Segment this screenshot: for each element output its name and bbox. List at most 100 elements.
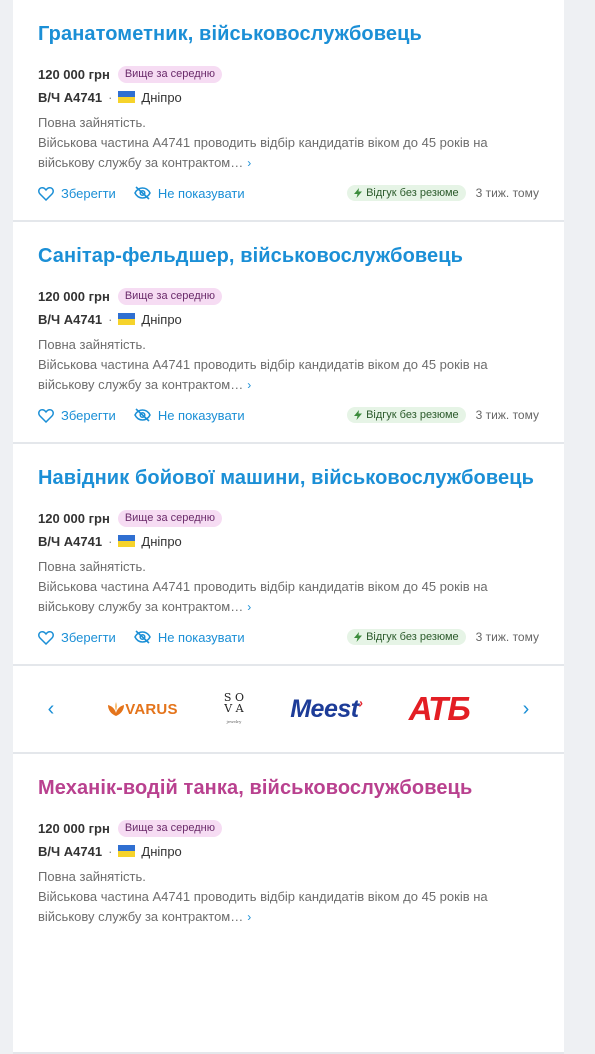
expand-chevron-icon[interactable]: › (247, 156, 251, 170)
employer-logos-carousel: ‹ VARUS S OV Ajewelry Meest› АТБ › (13, 666, 564, 754)
company-name[interactable]: В/Ч А4741 (38, 844, 102, 859)
varus-leaf-icon (108, 702, 125, 716)
vacancy-title-link[interactable]: Санітар-фельдшер, військовослужбовець (38, 242, 539, 270)
sova-wordmark: S OV Ajewelry (223, 690, 244, 724)
ukraine-flag-icon (118, 91, 136, 103)
description-line: Військова частина А4741 проводить відбір… (38, 579, 488, 594)
vacancy-description: Повна зайнятість. Військова частина А474… (38, 113, 539, 173)
card-actions: Зберегти Не показувати Відгук без резюме… (38, 185, 539, 201)
description-line: військову службу за контрактом… (38, 599, 244, 614)
ukraine-flag-icon (118, 845, 136, 857)
salary-row: 120 000 грн Вище за середню (38, 818, 539, 838)
salary: 120 000 грн (38, 820, 110, 836)
separator: · (108, 311, 113, 327)
save-button[interactable]: Зберегти (38, 186, 116, 201)
atb-wordmark: АТБ (408, 690, 471, 727)
save-label: Зберегти (61, 407, 116, 423)
eye-off-icon (133, 630, 151, 644)
vacancy-feed: Гранатометник, військовослужбовець 120 0… (13, 0, 564, 1054)
save-button[interactable]: Зберегти (38, 630, 116, 645)
city: Дніпро (141, 843, 182, 859)
quick-apply-label: Відгук без резюме (366, 409, 459, 421)
meest-wordmark: Meest (290, 694, 359, 723)
vacancy-title-link[interactable]: Навідник бойової машини, військовослужбо… (38, 464, 539, 492)
company-row: В/Ч А4741 · Дніпро (38, 841, 539, 861)
save-label: Зберегти (61, 629, 116, 645)
lightning-icon (354, 632, 363, 642)
hide-button[interactable]: Не показувати (133, 185, 245, 201)
salary-row: 120 000 грн Вище за середню (38, 508, 539, 528)
description-line: військову службу за контрактом… (38, 377, 244, 392)
salary-badge: Вище за середню (117, 287, 222, 305)
city: Дніпро (141, 311, 182, 327)
brand-logo-atb[interactable]: АТБ (408, 690, 471, 728)
brand-logo-varus[interactable]: VARUS (107, 701, 177, 718)
salary: 120 000 грн (38, 288, 110, 304)
company-row: В/Ч А4741 · Дніпро (38, 531, 539, 551)
hide-label: Не показувати (157, 407, 245, 423)
card-actions: Зберегти Не показувати Відгук без резюме… (38, 629, 539, 645)
carousel-next-icon[interactable]: › (516, 698, 536, 721)
city: Дніпро (141, 533, 182, 549)
quick-apply-label: Відгук без резюме (366, 187, 459, 199)
quick-apply-badge: Відгук без резюме (347, 185, 466, 201)
company-name[interactable]: В/Ч А4741 (38, 312, 102, 327)
eye-off-icon (133, 186, 151, 200)
description-line: Військова частина А4741 проводить відбір… (38, 135, 488, 150)
hide-button[interactable]: Не показувати (133, 629, 245, 645)
hide-label: Не показувати (157, 629, 245, 645)
salary-badge: Вище за середню (117, 819, 222, 837)
vacancy-card: Механік-водій танка, військовослужбовець… (13, 754, 564, 1054)
heart-icon (38, 186, 54, 201)
description-line: Військова частина А4741 проводить відбір… (38, 357, 488, 372)
salary-badge: Вище за середню (117, 65, 222, 83)
quick-apply-badge: Відгук без резюме (347, 629, 466, 645)
save-button[interactable]: Зберегти (38, 408, 116, 423)
save-label: Зберегти (61, 185, 116, 201)
salary-badge: Вище за середню (117, 509, 222, 527)
vacancy-card: Навідник бойової машини, військовослужбо… (13, 444, 564, 666)
varus-wordmark: VARUS (125, 700, 178, 718)
city: Дніпро (141, 89, 182, 105)
employment-type: Повна зайнятість. (38, 869, 146, 884)
separator: · (108, 89, 113, 105)
posted-age: 3 тиж. тому (475, 630, 539, 644)
employment-type: Повна зайнятість. (38, 559, 146, 574)
company-name[interactable]: В/Ч А4741 (38, 90, 102, 105)
brand-logo-sova[interactable]: S OV Ajewelry (224, 692, 244, 727)
separator: · (108, 843, 113, 859)
employment-type: Повна зайнятість. (38, 115, 146, 130)
ukraine-flag-icon (118, 313, 136, 325)
vacancy-description: Повна зайнятість. Військова частина А474… (38, 867, 539, 927)
vacancy-title-link[interactable]: Механік-водій танка, військовослужбовець (38, 774, 539, 802)
heart-icon (38, 408, 54, 423)
company-row: В/Ч А4741 · Дніпро (38, 87, 539, 107)
eye-off-icon (133, 408, 151, 422)
company-name[interactable]: В/Ч А4741 (38, 534, 102, 549)
vacancy-description: Повна зайнятість. Військова частина А474… (38, 335, 539, 395)
carousel-prev-icon[interactable]: ‹ (41, 698, 61, 721)
hide-button[interactable]: Не показувати (133, 407, 245, 423)
lightning-icon (354, 410, 363, 420)
company-row: В/Ч А4741 · Дніпро (38, 309, 539, 329)
posted-age: 3 тиж. тому (475, 186, 539, 200)
salary: 120 000 грн (38, 66, 110, 82)
separator: · (108, 533, 113, 549)
hide-label: Не показувати (157, 185, 245, 201)
heart-icon (38, 630, 54, 645)
salary: 120 000 грн (38, 510, 110, 526)
quick-apply-label: Відгук без резюме (366, 631, 459, 643)
card-actions: Зберегти Не показувати Відгук без резюме… (38, 407, 539, 423)
brand-logo-meest[interactable]: Meest› (290, 694, 363, 724)
lightning-icon (354, 188, 363, 198)
expand-chevron-icon[interactable]: › (247, 378, 251, 392)
description-line: Військова частина А4741 проводить відбір… (38, 889, 488, 904)
description-line: військову службу за контрактом… (38, 155, 244, 170)
posted-age: 3 тиж. тому (475, 408, 539, 422)
vacancy-title-link[interactable]: Гранатометник, військовослужбовець (38, 20, 539, 48)
salary-row: 120 000 грн Вище за середню (38, 64, 539, 84)
vacancy-card: Санітар-фельдшер, військовослужбовець 12… (13, 222, 564, 444)
vacancy-description: Повна зайнятість. Військова частина А474… (38, 557, 539, 617)
salary-row: 120 000 грн Вище за середню (38, 286, 539, 306)
expand-chevron-icon[interactable]: › (247, 600, 251, 614)
